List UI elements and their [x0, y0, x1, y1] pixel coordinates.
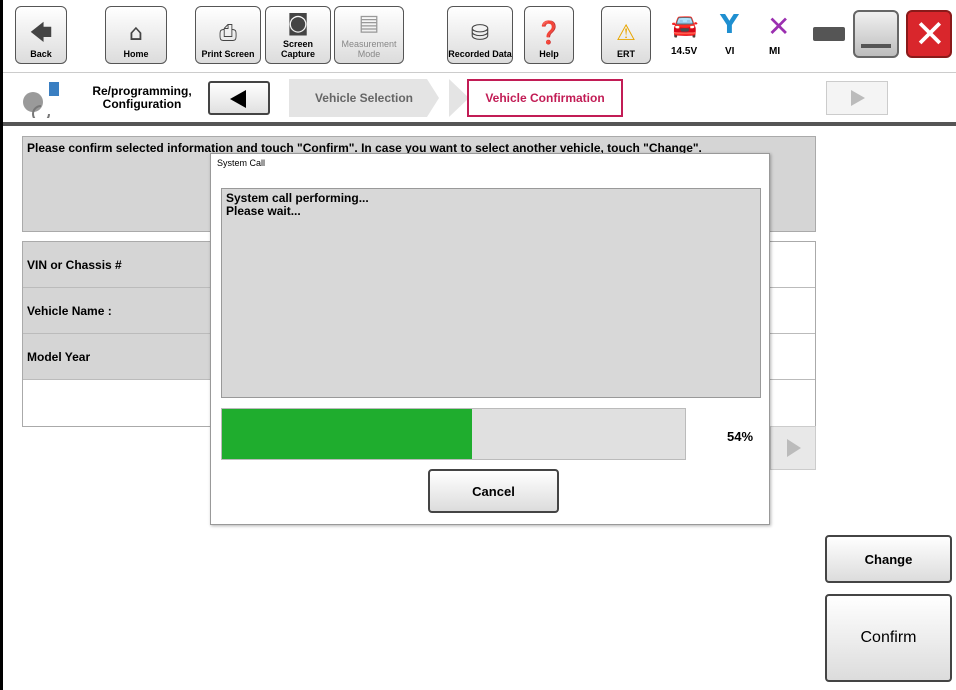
home-button[interactable]: ⌂ Home — [105, 6, 167, 64]
back-label: Back — [30, 49, 52, 59]
crumb-separator — [449, 79, 469, 117]
home-label: Home — [123, 49, 149, 59]
confirm-button[interactable]: Confirm — [825, 594, 952, 682]
toolbar: 🡄 Back ⌂ Home ⎙ Print Screen ◙ Screen Ca… — [3, 0, 956, 72]
recorded-data-label: Recorded Data — [448, 49, 512, 59]
dialog-message-line: System call performing... — [226, 191, 369, 205]
navigation-bar: Re/programming, Configuration Vehicle Se… — [3, 72, 956, 123]
ert-label: ERT — [617, 49, 635, 59]
back-button[interactable]: 🡄 Back — [15, 6, 67, 64]
screen-capture-label: Screen Capture — [280, 39, 315, 59]
row-key: VIN or Chassis # — [23, 242, 213, 287]
dialog-message-box: System call performing... Please wait... — [221, 188, 761, 398]
help-label: Help — [539, 49, 559, 59]
measurement-mode-button[interactable]: ▤ Measurement Mode — [334, 6, 404, 64]
divider — [3, 122, 956, 126]
system-call-dialog: System Call System call performing... Pl… — [210, 153, 770, 525]
warning-icon: ⚠ — [616, 21, 636, 46]
printer-icon: ⎙ — [219, 21, 237, 46]
home-icon: ⌂ — [129, 21, 143, 46]
row-key: Model Year — [23, 334, 213, 379]
camera-icon: ◙ — [287, 11, 309, 36]
dialog-message-line: Please wait... — [226, 204, 301, 218]
measurement-icon: ▤ — [358, 11, 380, 36]
back-arrow-icon: 🡄 — [29, 21, 53, 46]
reprogramming-icon — [13, 78, 73, 123]
page-forward-button[interactable] — [770, 426, 816, 470]
close-icon: ✕ — [914, 12, 946, 56]
battery-icon — [813, 27, 845, 41]
print-screen-button[interactable]: ⎙ Print Screen — [195, 6, 261, 64]
print-screen-label: Print Screen — [201, 49, 255, 59]
row-key — [23, 380, 213, 426]
minimize-button[interactable] — [853, 10, 899, 58]
close-button[interactable]: ✕ — [906, 10, 952, 58]
ert-button[interactable]: ⚠ ERT — [601, 6, 651, 64]
nav-forward-button[interactable] — [826, 81, 888, 115]
progress-fill — [222, 409, 473, 459]
mi-x-icon: ✕ — [767, 10, 791, 43]
measurement-mode-label: Measurement Mode — [341, 39, 397, 59]
battery-voltage: 14.5V — [671, 46, 698, 57]
row-key: Vehicle Name : — [23, 288, 213, 333]
crumb-vehicle-confirmation[interactable]: Vehicle Confirmation — [467, 79, 623, 117]
change-button[interactable]: Change — [825, 535, 952, 583]
minimize-icon — [861, 44, 891, 48]
car-battery-icon: 🚘 — [671, 14, 699, 39]
vi-label: VI — [725, 46, 735, 57]
help-icon: ❓ — [535, 21, 563, 46]
cancel-button[interactable]: Cancel — [428, 469, 559, 513]
mi-label: MI — [769, 46, 781, 57]
signal-icon: Y — [720, 10, 739, 40]
nav-back-button[interactable] — [208, 81, 270, 115]
crumb-vehicle-selection[interactable]: Vehicle Selection — [289, 79, 439, 117]
recorded-data-button[interactable]: ⛁ Recorded Data — [447, 6, 513, 64]
progress-bar — [221, 408, 686, 460]
section-label: Re/programming, Configuration — [92, 84, 192, 111]
progress-percent: 54% — [727, 429, 754, 444]
screen-capture-button[interactable]: ◙ Screen Capture — [265, 6, 331, 64]
recorded-data-icon: ⛁ — [470, 21, 490, 46]
help-button[interactable]: ❓ Help — [524, 6, 574, 64]
dialog-title: System Call — [217, 158, 266, 168]
